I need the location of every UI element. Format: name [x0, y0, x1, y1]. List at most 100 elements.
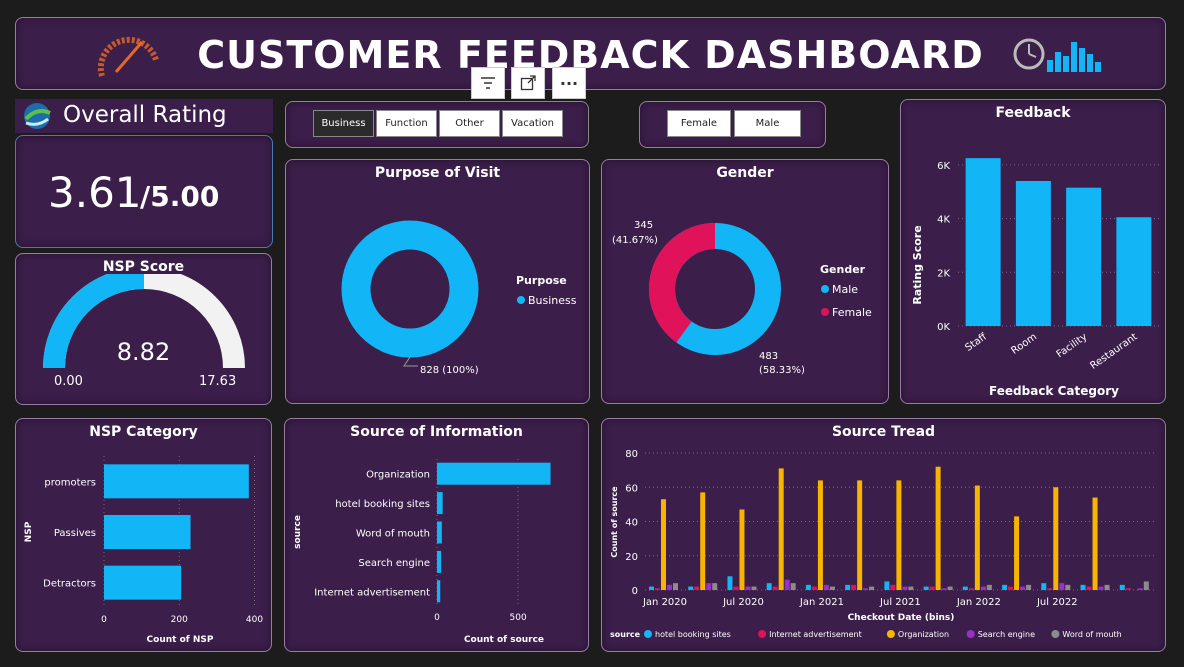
y-tick-label: 2K [937, 268, 950, 279]
legend-label-search-engine: Search engine [978, 630, 1035, 639]
purpose-legend-title: Purpose [516, 274, 567, 287]
gender-label-male-count: 483 [759, 351, 778, 362]
gender-donut-female [649, 223, 716, 343]
header-banner: CUSTOMER FEEDBACK DASHBOARD [15, 17, 1166, 90]
column-search-engine [823, 584, 829, 590]
more-options-button[interactable]: ··· [552, 67, 586, 99]
purpose-data-label: 828 (100%) [420, 365, 479, 376]
bar-hotel-booking-sites [437, 492, 443, 515]
source-trend-chart: Count of source Checkout Date (bins) sou… [610, 449, 1155, 639]
column-internet-advertisement [890, 584, 896, 590]
legend-dot-search-engine [966, 630, 975, 638]
column-organization [817, 480, 823, 590]
legend-dot-organization [886, 630, 895, 638]
y-tick-label: 80 [625, 449, 638, 460]
column-organization [1014, 516, 1020, 590]
column-hotel-booking-sites [923, 586, 929, 590]
x-tick-label: Jan 2022 [956, 597, 1001, 608]
column-hotel-booking-sites [727, 576, 733, 590]
column-search-engine [941, 588, 947, 590]
y-tick-label: Word of mouth [356, 529, 430, 540]
focus-mode-button[interactable] [511, 67, 545, 99]
column-search-engine [863, 588, 869, 590]
y-tick-label: Organization [366, 470, 430, 481]
x-tick-label: Room [1009, 331, 1039, 356]
column-hotel-booking-sites [1080, 584, 1086, 590]
column-hotel-booking-sites [766, 583, 772, 590]
filter-button[interactable] [471, 67, 505, 99]
column-word-of-mouth [829, 586, 835, 590]
y-tick-label: 4K [937, 215, 950, 226]
slicer-option-female[interactable]: Female [667, 110, 731, 137]
column-hotel-booking-sites [805, 584, 811, 590]
column-organization [857, 480, 863, 590]
y-tick-label: Internet advertisement [314, 587, 430, 598]
legend-dot-word-of-mouth [1051, 630, 1060, 638]
column-word-of-mouth [751, 586, 757, 590]
y-tick-label: hotel booking sites [335, 499, 430, 510]
column-search-engine [745, 586, 751, 590]
more-icon: ··· [559, 73, 579, 93]
bar-staff [965, 158, 1001, 326]
column-internet-advertisement [772, 586, 778, 590]
column-search-engine [667, 584, 672, 590]
legend-label-word-of-mouth: Word of mouth [1062, 630, 1121, 639]
column-search-engine [1098, 586, 1104, 590]
column-word-of-mouth [908, 586, 914, 590]
column-organization [935, 466, 941, 590]
column-word-of-mouth [1026, 584, 1032, 590]
slicer-option-vacation[interactable]: Vacation [502, 110, 563, 137]
purpose-leader-line [403, 356, 418, 367]
gender-legend-male: Male [832, 283, 858, 296]
slicer-option-male[interactable]: Male [734, 110, 801, 137]
legend-dot-hotel-booking-sites [644, 630, 652, 638]
nsp-category-card: NSP Category NSP Count of NSP 0 200 400 pro… [15, 418, 272, 652]
overall-rating-title: Overall Rating [63, 102, 227, 128]
column-organization [1053, 487, 1059, 590]
column-organization [778, 468, 784, 590]
y-tick-label: Detractors [43, 579, 96, 590]
bar-passives [104, 515, 191, 549]
overall-rating-card: 3.61 /5.00 [15, 135, 273, 248]
column-search-engine [980, 586, 986, 590]
purpose-chart: 828 (100%) Purpose Business [341, 220, 577, 376]
source-trend-ylabel: Count of source [610, 486, 619, 558]
x-tick-label: 500 [510, 613, 527, 623]
x-tick-label: Jan 2020 [642, 597, 687, 608]
nsp-score-title: NSP Score [102, 259, 185, 275]
column-organization [661, 499, 666, 590]
bar-restaurant [1116, 217, 1152, 326]
column-word-of-mouth [790, 583, 796, 590]
source-trend-xlabel: Checkout Date (bins) [848, 613, 955, 623]
column-internet-advertisement [811, 586, 817, 590]
gender-legend-title: Gender [820, 263, 866, 276]
slicer-option-business[interactable]: Business [313, 110, 374, 137]
gender-chart: 345 (41.67%) 483 (58.33%) Gender Male Fe… [612, 220, 872, 376]
nsp-category-chart: NSP Count of NSP 0 200 400 promoters Passive… [24, 456, 263, 645]
gender-label-male-pct: (58.33%) [759, 365, 805, 376]
column-hotel-booking-sites [649, 586, 654, 590]
source-trend-legend-title: source [610, 630, 641, 639]
column-internet-advertisement [694, 586, 700, 590]
column-search-engine [1137, 588, 1143, 590]
bar-internet-advertisement [437, 580, 441, 603]
slicer-option-other[interactable]: Other [439, 110, 500, 137]
bar-promoters [104, 464, 249, 499]
gender-label-female-pct: (41.67%) [612, 235, 658, 246]
column-word-of-mouth [986, 584, 992, 590]
bar-facility [1066, 187, 1102, 326]
column-word-of-mouth [947, 586, 953, 590]
x-tick-label: Jul 2022 [1036, 597, 1078, 608]
bar-detractors [104, 565, 182, 600]
x-tick-label: Jul 2020 [722, 597, 764, 608]
column-internet-advertisement [655, 588, 660, 590]
y-tick-label: 6K [937, 161, 950, 172]
column-organization [896, 480, 902, 590]
x-tick-label: Restaurant [1088, 331, 1139, 371]
y-tick-label: promoters [44, 477, 96, 488]
column-word-of-mouth [1104, 584, 1110, 590]
feedback-xlabel: Feedback Category [989, 384, 1119, 398]
slicer-option-function[interactable]: Function [376, 110, 437, 137]
column-internet-advertisement [968, 588, 974, 590]
column-hotel-booking-sites [845, 584, 851, 590]
